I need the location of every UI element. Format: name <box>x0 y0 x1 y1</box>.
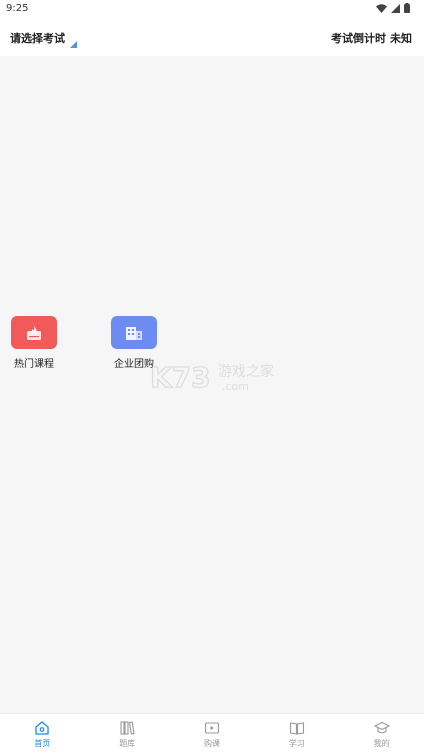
svg-text:K73: K73 <box>150 361 211 394</box>
exam-select-label: 请选择考试 <box>10 32 65 45</box>
countdown-label: 考试倒计时 <box>331 32 386 45</box>
graduation-cap-icon <box>373 721 390 734</box>
dropdown-triangle-icon <box>70 41 77 48</box>
fire-book-icon <box>27 325 41 340</box>
signal-icon <box>391 3 400 13</box>
tab-study-label: 学习 <box>288 739 305 748</box>
tab-mine[interactable]: 我的 <box>339 714 424 754</box>
k73-watermark-logo: K73 游戏之家 .com <box>150 360 274 394</box>
svg-text:游戏之家: 游戏之家 <box>218 363 274 380</box>
tab-question-bank-label: 题库 <box>119 739 136 748</box>
exam-countdown: 考试倒计时 未知 <box>331 30 412 46</box>
open-book-icon <box>289 722 304 735</box>
hot-courses-tile <box>11 316 57 349</box>
tab-question-bank[interactable]: 题库 <box>85 714 170 754</box>
tab-buy-course[interactable]: 购课 <box>170 714 255 754</box>
countdown-value: 未知 <box>390 32 412 45</box>
shortcut-hot-courses[interactable]: 热门课程 <box>4 316 64 370</box>
tab-mine-label: 我的 <box>373 739 390 748</box>
video-icon <box>204 722 220 734</box>
tab-study[interactable]: 学习 <box>254 714 339 754</box>
status-bar: 9:25 <box>0 0 424 18</box>
books-icon <box>120 721 135 735</box>
exam-select-dropdown[interactable]: 请选择考试 <box>10 30 77 48</box>
tab-buy-course-label: 购课 <box>203 739 220 748</box>
battery-icon <box>404 3 410 13</box>
tab-home-label: 首页 <box>34 739 51 748</box>
tab-home[interactable]: 首页 <box>0 714 85 754</box>
home-icon <box>35 721 50 735</box>
enterprise-group-buy-tile <box>111 316 157 349</box>
hot-courses-label: 热门课程 <box>14 359 54 370</box>
bottom-tab-bar: 首页 题库 购课 学习 我的 <box>0 713 424 754</box>
status-icons <box>376 3 410 13</box>
svg-text:.com: .com <box>222 380 249 393</box>
status-time: 9:25 <box>6 3 29 14</box>
building-icon <box>126 326 142 340</box>
top-bar: 请选择考试 考试倒计时 未知 <box>0 18 424 56</box>
wifi-icon <box>376 3 387 13</box>
